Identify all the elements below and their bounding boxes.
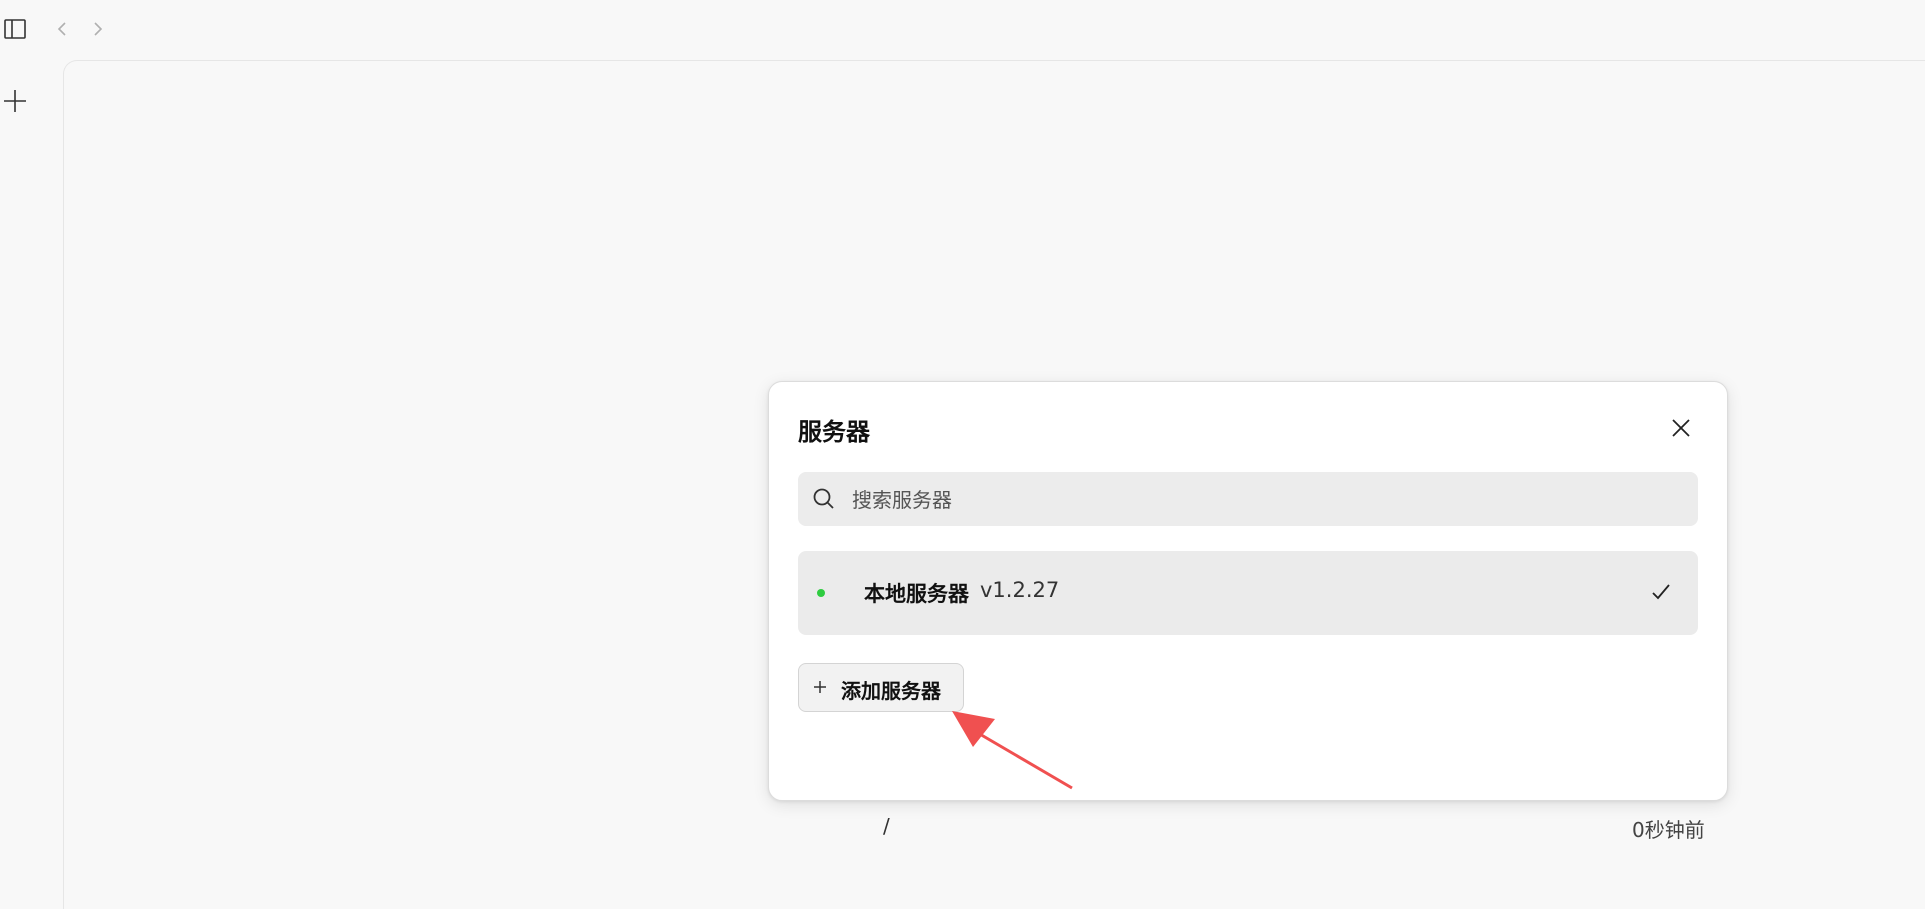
sidebar-toggle-icon[interactable]	[2, 16, 28, 42]
close-icon	[1672, 419, 1690, 437]
plus-icon	[814, 681, 826, 693]
new-session-button[interactable]	[0, 86, 30, 116]
dialog-title: 服务器	[798, 418, 870, 446]
server-list-item[interactable]: 本地服务器 v1.2.27	[798, 551, 1698, 635]
server-dialog: 服务器 本地服务器 v1.2.27	[768, 381, 1728, 801]
check-icon	[1652, 584, 1670, 600]
project-path: /	[883, 814, 890, 838]
app-window: / 0秒钟前 服务器 本地服务器 v1.2.27	[0, 0, 1925, 909]
last-updated-time: 0秒钟前	[1632, 818, 1705, 842]
add-server-button[interactable]: 添加服务器	[798, 663, 964, 712]
plus-icon	[4, 90, 26, 112]
server-search-box	[798, 472, 1698, 528]
close-button[interactable]	[1661, 408, 1701, 448]
status-online-indicator	[817, 589, 825, 597]
top-toolbar	[0, 0, 1925, 58]
chevron-left-icon[interactable]	[52, 18, 72, 40]
search-icon	[813, 488, 834, 509]
server-name: 本地服务器	[864, 582, 969, 606]
add-server-label: 添加服务器	[841, 679, 941, 703]
server-search-input[interactable]	[850, 472, 1684, 528]
chevron-right-icon[interactable]	[88, 18, 108, 40]
server-version: v1.2.27	[980, 578, 1060, 602]
